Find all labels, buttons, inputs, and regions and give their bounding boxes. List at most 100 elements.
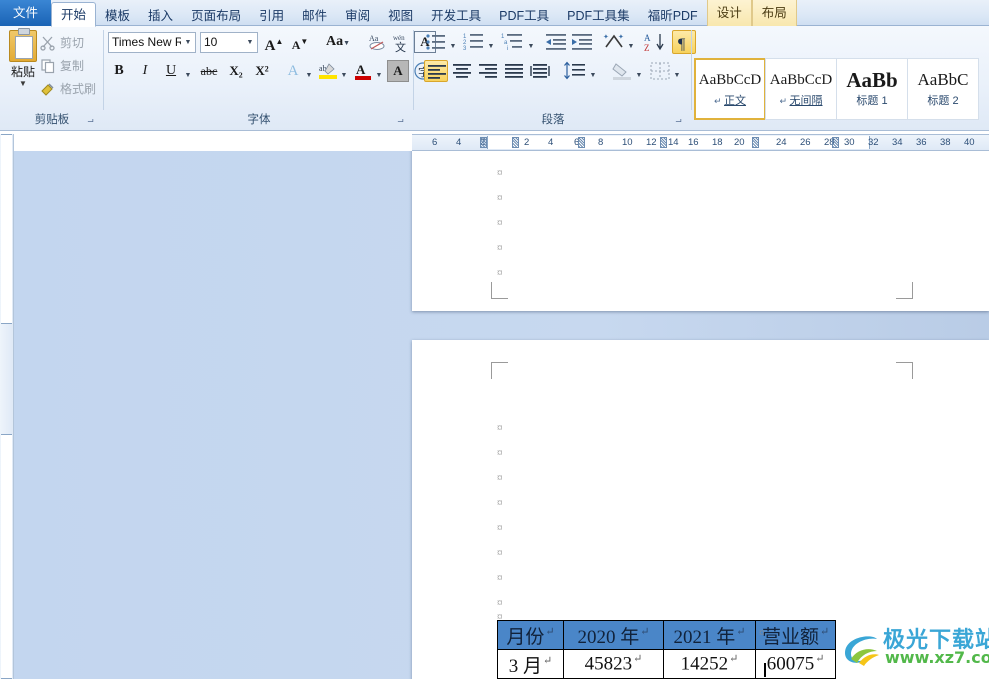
numbering-button[interactable]: 1 2 3: [462, 31, 486, 53]
grow-font-button[interactable]: A▲: [262, 31, 286, 54]
borders-icon: [650, 62, 670, 80]
shading-dropdown[interactable]: ▼: [634, 66, 644, 79]
change-case-button[interactable]: Aa▼: [320, 31, 356, 53]
table-column-marker[interactable]: [832, 137, 839, 148]
ruler-tick: 4: [548, 137, 554, 148]
tab-0[interactable]: 文件: [0, 0, 52, 26]
chevron-down-icon[interactable]: ▼: [243, 33, 257, 52]
shading-button[interactable]: [610, 60, 634, 82]
table-header-cell[interactable]: 2020 年↵: [562, 620, 664, 650]
multilevel-list-button[interactable]: 1 a i: [500, 31, 526, 53]
shrink-font-button[interactable]: A▼: [288, 31, 312, 53]
table-column-marker[interactable]: [512, 137, 519, 148]
highlight-dropdown[interactable]: ▼: [339, 66, 349, 79]
document-page-1[interactable]: ¤ ¤ ¤ ¤ ¤ ¤: [412, 151, 989, 311]
underline-button[interactable]: U: [160, 60, 182, 82]
cell-end-mark: ↵: [815, 653, 825, 666]
tab-13[interactable]: 设计: [706, 0, 752, 26]
table-cell[interactable]: 14252↵: [662, 649, 756, 679]
chevron-down-icon[interactable]: ▼: [181, 33, 195, 52]
bold-button[interactable]: B: [108, 60, 130, 82]
table-column-marker[interactable]: [578, 137, 585, 148]
vertical-ruler[interactable]: [0, 134, 14, 679]
tab-6[interactable]: 邮件: [293, 4, 336, 28]
site-watermark: 极光下载站 www.xz7.com: [835, 621, 989, 673]
underline-dropdown[interactable]: ▼: [183, 66, 193, 79]
align-right-button[interactable]: [476, 60, 500, 82]
tab-7[interactable]: 审阅: [336, 4, 379, 28]
table-cell[interactable]: 60075↵: [754, 649, 837, 679]
numbering-dropdown[interactable]: ▼: [486, 37, 496, 50]
asian-layout-dropdown[interactable]: ▼: [626, 37, 636, 50]
show-formatting-marks-button[interactable]: ¶: [672, 30, 696, 54]
table-header-cell[interactable]: 月份↵: [497, 620, 564, 650]
font-dialog-launcher[interactable]: [395, 116, 406, 127]
tab-5[interactable]: 引用: [250, 4, 293, 28]
align-left-button[interactable]: [424, 60, 448, 82]
copy-button[interactable]: 复制: [40, 55, 84, 77]
line-spacing-dropdown[interactable]: ▼: [588, 66, 598, 79]
sort-button[interactable]: A Z: [642, 31, 668, 53]
decrease-indent-button[interactable]: [544, 31, 568, 53]
tab-12[interactable]: 福昕PDF: [639, 4, 707, 28]
tab-11[interactable]: PDF工具集: [558, 4, 639, 28]
phonetic-guide-button[interactable]: wén 文: [390, 31, 412, 54]
distributed-button[interactable]: [528, 60, 552, 82]
tab-14[interactable]: 布局: [751, 0, 797, 26]
line-spacing-button[interactable]: [562, 60, 588, 82]
text-effects-dropdown[interactable]: ▼: [304, 66, 314, 79]
format-painter-button[interactable]: 格式刷: [40, 78, 96, 100]
bullets-button[interactable]: [424, 31, 448, 53]
horizontal-ruler[interactable]: 6422468101214161820242628303234363840: [412, 134, 989, 151]
tab-9[interactable]: 开发工具: [422, 4, 490, 28]
text-effects-button[interactable]: A: [282, 60, 304, 82]
document-workspace[interactable]: ¤¤¤¤¤¤ ¤¤¤¤¤¤¤¤ 月份↵2020 年↵2021 年↵营业额↵3 月…: [14, 151, 989, 679]
table-column-marker[interactable]: [480, 137, 487, 148]
table-cell[interactable]: 3 月↵: [497, 649, 564, 679]
borders-button[interactable]: [648, 60, 672, 82]
style-item-3[interactable]: AaBbC 标题 2: [907, 58, 979, 120]
font-color-dropdown[interactable]: ▼: [374, 66, 384, 79]
tab-1[interactable]: 开始: [51, 2, 97, 27]
font-color-button[interactable]: A: [352, 60, 374, 82]
style-item-1[interactable]: AaBbCcD ↵ 无间隔: [765, 58, 837, 120]
bullets-dropdown[interactable]: ▼: [448, 37, 458, 50]
tab-2[interactable]: 模板: [96, 4, 139, 28]
style-item-0[interactable]: AaBbCcD ↵ 正文: [694, 58, 766, 120]
table-row[interactable]: 3 月↵ 45823↵ 14252↵ 60075↵: [497, 649, 837, 679]
borders-dropdown[interactable]: ▼: [672, 66, 682, 79]
tab-4[interactable]: 页面布局: [182, 4, 250, 28]
justify-button[interactable]: [502, 60, 526, 82]
paragraph-dialog-launcher[interactable]: [673, 116, 684, 127]
paste-dropdown-arrow[interactable]: ▼: [4, 80, 42, 88]
sales-table[interactable]: 月份↵ 2020 年↵ 2021 年↵ 营业额↵ 3 月↵ 45823↵ 14252↵ 600…: [497, 620, 837, 679]
tab-10[interactable]: PDF工具: [490, 4, 558, 28]
table-column-marker[interactable]: [660, 137, 667, 148]
style-item-2[interactable]: AaBb 标题 1: [836, 58, 908, 120]
paste-button[interactable]: 粘贴 ▼: [4, 28, 42, 88]
font-name-combo[interactable]: Times New R ▼: [108, 32, 196, 53]
align-center-button[interactable]: [450, 60, 474, 82]
subscript-button[interactable]: X₂: [224, 60, 248, 82]
paragraph-mark: ¤: [497, 547, 503, 559]
table-cell[interactable]: 45823↵: [562, 649, 664, 679]
table-header-cell[interactable]: 2021 年↵: [662, 620, 756, 650]
increase-indent-button[interactable]: [570, 31, 594, 53]
asian-layout-button[interactable]: ✦ ✦: [602, 31, 626, 53]
clipboard-dialog-launcher[interactable]: [85, 116, 96, 127]
cut-button[interactable]: 剪切: [40, 32, 84, 54]
italic-button[interactable]: I: [134, 60, 156, 82]
multilevel-dropdown[interactable]: ▼: [526, 37, 536, 50]
table-header-cell[interactable]: 营业额↵: [754, 620, 837, 650]
highlight-icon: ab: [319, 63, 337, 79]
clear-formatting-button[interactable]: Aa: [366, 31, 388, 53]
strikethrough-button[interactable]: abc: [196, 60, 222, 82]
character-shading-button[interactable]: A: [387, 60, 409, 82]
tab-3[interactable]: 插入: [139, 4, 182, 28]
tab-8[interactable]: 视图: [379, 4, 422, 28]
font-name-value: Times New R: [112, 35, 184, 49]
font-size-combo[interactable]: 10 ▼: [200, 32, 258, 53]
table-column-marker[interactable]: [752, 137, 759, 148]
superscript-button[interactable]: X²: [250, 60, 274, 82]
highlight-button[interactable]: ab: [317, 60, 339, 82]
